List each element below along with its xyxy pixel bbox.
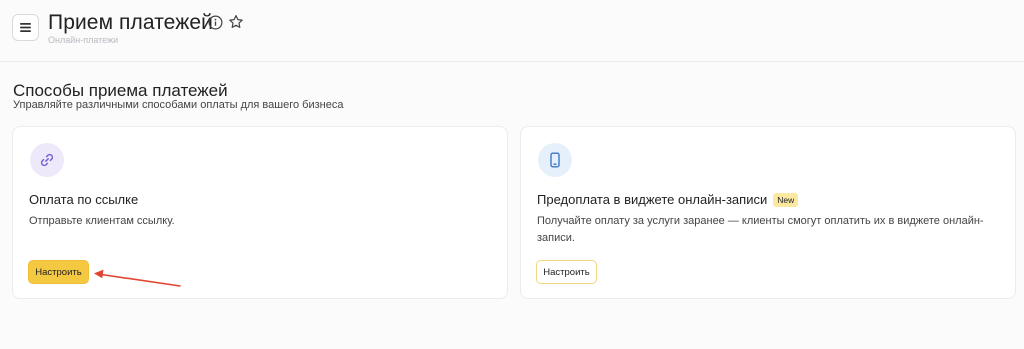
card-title: Предоплата в виджете онлайн-записи New [537, 192, 799, 207]
configure-link-payment-button[interactable]: Настроить [28, 260, 89, 284]
card-title: Оплата по ссылке [29, 192, 138, 207]
link-icon [40, 153, 54, 167]
page-header: Прием платежей Онлайн-платежи [0, 0, 1024, 62]
payment-method-card-link: Оплата по ссылке Отправьте клиентам ссыл… [12, 126, 508, 299]
payment-method-card-widget: Предоплата в виджете онлайн-записи New П… [520, 126, 1016, 299]
link-icon-badge [30, 143, 64, 177]
menu-button[interactable] [12, 14, 39, 41]
card-description: Получайте оплату за услуги заранее — кли… [537, 215, 984, 244]
menu-icon [20, 23, 31, 32]
info-icon[interactable] [208, 15, 223, 30]
phone-icon [550, 152, 560, 168]
star-icon[interactable] [228, 14, 244, 30]
phone-icon-badge [538, 143, 572, 177]
configure-widget-payment-button[interactable]: Настроить [536, 260, 597, 284]
new-badge: New [773, 192, 799, 207]
card-title-text: Оплата по ссылке [29, 192, 139, 207]
section-subtitle: Управляйте различными способами оплаты д… [13, 99, 344, 111]
card-description: Отправьте клиентам ссылку. [29, 215, 175, 227]
card-title-text: Предоплата в виджете онлайн-записи [537, 192, 768, 207]
page-subtitle: Онлайн-платежи [48, 35, 119, 45]
page-title: Прием платежей [48, 11, 213, 34]
section-title: Способы приема платежей [13, 81, 228, 100]
